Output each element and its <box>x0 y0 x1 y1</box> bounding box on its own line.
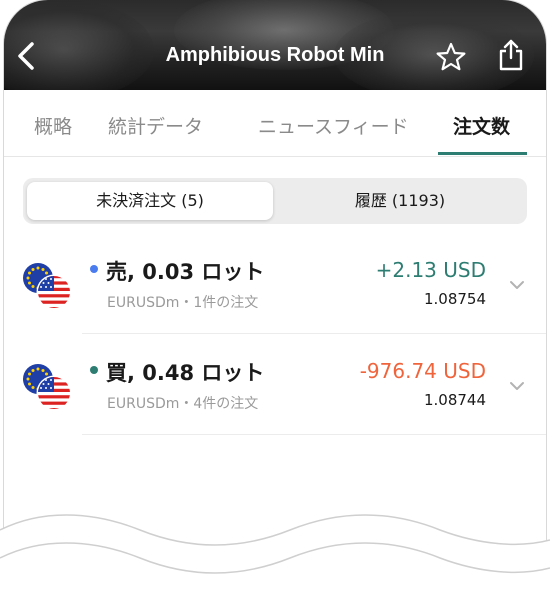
order-side-label: 売, 0.03 ロット <box>106 260 265 284</box>
order-segment-control: 未決済注文 (5) 履歴 (1193) <box>23 178 527 224</box>
chevron-down-icon[interactable] <box>508 380 526 392</box>
order-row[interactable]: 買, 0.48 ロット EURUSDm・4件の注文 -976.74 USD 1.… <box>4 335 546 435</box>
torn-edge-decoration <box>0 514 550 600</box>
tab-overview[interactable]: 概略 <box>34 112 72 139</box>
chevron-down-icon[interactable] <box>508 279 526 291</box>
tab-statistics[interactable]: 統計データ <box>108 112 203 139</box>
eurusd-flag-icon <box>23 263 72 310</box>
order-meta: EURUSDm・1件の注文 <box>107 295 259 311</box>
eurusd-flag-icon <box>23 364 72 411</box>
order-profit: +2.13 USD <box>375 258 486 282</box>
tab-news-feed[interactable]: ニュースフィード <box>258 112 409 139</box>
order-loss: -976.74 USD <box>359 359 486 383</box>
star-outline-icon[interactable] <box>436 42 466 72</box>
history-segment[interactable]: 履歴 (1193) <box>277 182 523 220</box>
header-bar: Amphibious Robot Min <box>4 0 546 90</box>
order-row[interactable]: 売, 0.03 ロット EURUSDm・1件の注文 +2.13 USD 1.08… <box>4 234 546 334</box>
sell-indicator-dot <box>90 265 98 273</box>
order-side-label: 買, 0.48 ロット <box>106 361 265 385</box>
active-tab-indicator <box>438 152 527 155</box>
share-icon[interactable] <box>496 38 526 72</box>
order-price: 1.08754 <box>423 290 486 308</box>
open-orders-segment[interactable]: 未決済注文 (5) <box>27 182 273 220</box>
tab-orders[interactable]: 注文数 <box>453 112 510 139</box>
order-meta: EURUSDm・4件の注文 <box>107 396 259 412</box>
tab-bar: 概略 統計データ ニュースフィード 注文数 <box>4 90 546 157</box>
order-price: 1.08744 <box>423 391 486 409</box>
buy-indicator-dot <box>90 366 98 374</box>
